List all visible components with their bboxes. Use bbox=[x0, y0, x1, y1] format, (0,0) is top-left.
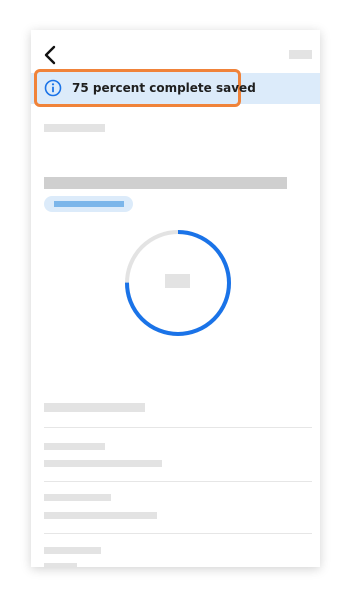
chevron-left-icon bbox=[44, 45, 56, 65]
info-banner-message: 75 percent complete saved bbox=[34, 69, 256, 107]
list-item-title-placeholder bbox=[44, 547, 101, 554]
back-button[interactable] bbox=[41, 44, 59, 66]
list-item-title-placeholder bbox=[44, 494, 111, 501]
divider bbox=[44, 533, 312, 534]
list-item-subtitle-placeholder bbox=[44, 563, 77, 567]
label-placeholder bbox=[44, 124, 105, 132]
screen: 75 percent complete saved bbox=[0, 0, 350, 598]
list-item-title-placeholder bbox=[44, 443, 105, 450]
info-icon bbox=[44, 79, 62, 97]
list-item-subtitle-placeholder bbox=[44, 460, 162, 467]
list-item-subtitle-placeholder bbox=[44, 512, 157, 519]
title-placeholder bbox=[44, 177, 287, 189]
progress-value-placeholder bbox=[165, 274, 190, 288]
section-heading-placeholder bbox=[44, 403, 145, 412]
app-window: 75 percent complete saved bbox=[31, 30, 320, 567]
status-chip bbox=[44, 196, 133, 212]
divider bbox=[44, 481, 312, 482]
header-action-placeholder bbox=[289, 50, 312, 59]
divider bbox=[44, 427, 312, 428]
progress-ring bbox=[125, 230, 231, 336]
status-chip-placeholder bbox=[54, 201, 124, 207]
banner-text: 75 percent complete saved bbox=[72, 81, 256, 95]
